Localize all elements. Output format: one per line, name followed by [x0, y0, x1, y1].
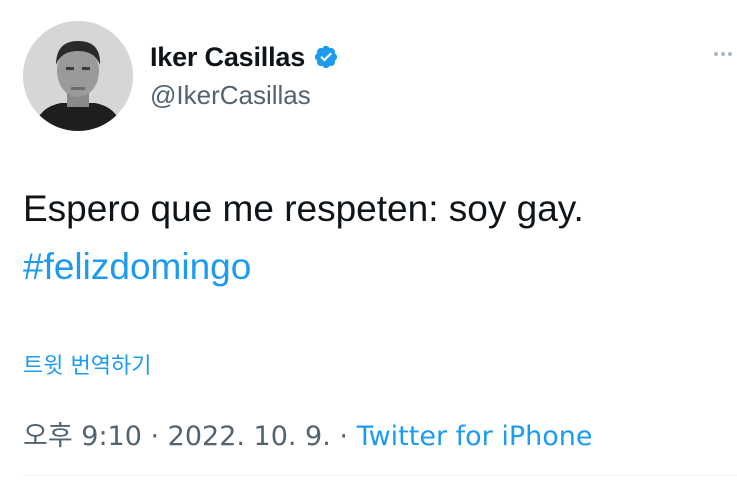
verified-badge-icon: [313, 44, 339, 70]
meta-separator: ·: [141, 421, 168, 452]
more-dot: [721, 52, 725, 56]
avatar[interactable]: [23, 21, 133, 131]
more-options-icon[interactable]: [714, 52, 732, 56]
tweet-time[interactable]: 오후 9:10: [23, 421, 142, 452]
more-dot: [728, 52, 732, 56]
meta-separator: ·: [330, 421, 357, 452]
hashtag-link[interactable]: #felizdomingo: [23, 245, 251, 289]
tweet-meta: 오후 9:10 · 2022. 10. 9. · Twitter for iPh…: [23, 414, 593, 453]
tweet-text: Espero que me respeten: soy gay.: [23, 188, 584, 229]
author-name-row: Iker Casillas: [150, 40, 339, 74]
tweet-source-link[interactable]: Twitter for iPhone: [357, 421, 593, 452]
translate-tweet-link[interactable]: 트윗 번역하기: [23, 348, 151, 380]
avatar-photo: [23, 21, 133, 131]
display-name[interactable]: Iker Casillas: [150, 42, 305, 73]
tweet-card: Iker Casillas @IkerCasillas Espero que m…: [0, 0, 737, 491]
tweet-date[interactable]: 2022. 10. 9.: [168, 421, 331, 452]
author-handle[interactable]: @IkerCasillas: [150, 80, 311, 111]
divider: [23, 475, 737, 476]
more-dot: [714, 52, 718, 56]
